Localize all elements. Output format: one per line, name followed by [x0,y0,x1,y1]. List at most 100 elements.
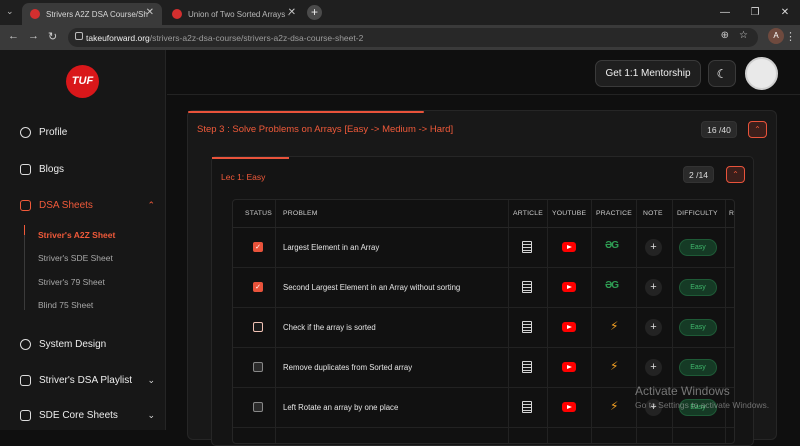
difficulty-badge: Easy [679,359,717,376]
browser-tab-strip: ⌄ Strivers A2Z DSA Course/Sheet ✕ Union … [0,0,800,25]
gfg-practice-icon[interactable]: ƏG [605,280,619,291]
theme-toggle-button[interactable]: ☾ [708,60,736,87]
youtube-icon[interactable] [562,322,576,332]
site-info-icon[interactable] [75,32,83,40]
sidebar-subitem-sde-sheet[interactable]: Striver's SDE Sheet [38,253,113,263]
add-note-button[interactable]: + [645,359,662,376]
sidebar-item-system-design[interactable]: System Design [20,339,155,350]
tab-title: Union of Two Sorted Arrays - T [188,9,290,19]
sidebar-item-dsa-sheets[interactable]: DSA Sheets ⌃ [20,200,155,211]
document-icon [20,164,31,175]
status-checkbox[interactable] [253,362,263,372]
browser-profile-avatar[interactable]: A [768,28,784,44]
step-title[interactable]: Step 3 : Solve Problems on Arrays [Easy … [197,124,453,135]
lecture-progress-bar [212,157,289,159]
step-count-badge: 16 /40 [701,121,737,138]
submenu-rail [24,225,25,310]
youtube-icon[interactable] [562,402,576,412]
gear-icon [20,339,31,350]
tuf-logo[interactable]: TUF [66,65,99,98]
lecture-title[interactable]: Lec 1: Easy [221,172,265,182]
tab-search-icon[interactable]: ⌄ [6,6,14,17]
youtube-icon[interactable] [562,242,576,252]
status-checkbox[interactable]: ✓ [253,282,263,292]
close-icon[interactable]: ✕ [288,7,296,18]
menu-dots-icon[interactable]: ⋮ [785,30,796,43]
sidebar-subitem-blind-75[interactable]: Blind 75 Sheet [38,300,93,310]
sidebar-item-dsa-playlist[interactable]: Striver's DSA Playlist ⌄ [20,375,155,386]
url-path: /strivers-a2z-dsa-course/strivers-a2z-ds… [149,32,364,43]
bookmark-star-icon[interactable]: ☆ [739,30,748,41]
sidebar-item-label: DSA Sheets [39,200,93,211]
column-header-status: STATUS [245,210,273,217]
maximize-button[interactable]: ❐ [740,0,770,25]
new-tab-button[interactable]: + [307,5,322,20]
article-icon[interactable] [522,401,532,413]
status-checkbox[interactable] [253,322,263,332]
column-header-problem: PROBLEM [283,210,318,217]
add-note-button[interactable]: + [645,319,662,336]
status-checkbox[interactable] [253,402,263,412]
chevron-up-icon: ⌃ [732,170,739,179]
sidebar-item-sde-core[interactable]: SDE Core Sheets ⌄ [20,410,155,421]
article-icon[interactable] [522,281,532,293]
site-favicon-icon [172,9,182,19]
zoom-icon[interactable]: ⊕ [721,30,729,41]
clipboard-icon [20,200,31,211]
problem-name[interactable]: Check if the array is sorted [283,323,376,332]
column-header-difficulty: DIFFICULTY [677,210,718,217]
column-header-revision: R [729,210,735,217]
reload-icon[interactable]: ↻ [48,30,57,43]
problem-name[interactable]: Largest Element in an Array [283,243,379,252]
codestudio-practice-icon[interactable]: ⚡ [610,399,618,413]
add-note-button[interactable]: + [645,279,662,296]
activate-windows-subtitle: Go to Settings to activate Windows. [635,400,770,410]
header-divider [167,94,800,95]
sidebar-item-profile[interactable]: Profile [20,127,155,138]
gfg-practice-icon[interactable]: ƏG [605,240,619,251]
address-bar[interactable]: takeuforward.org/strivers-a2z-dsa-course… [68,28,758,47]
user-avatar[interactable] [745,57,778,90]
add-note-button[interactable]: + [645,239,662,256]
close-window-button[interactable]: ✕ [770,0,800,25]
article-icon[interactable] [522,361,532,373]
youtube-icon[interactable] [562,362,576,372]
sheet-icon [20,410,31,421]
problem-name[interactable]: Left Rotate an array by one place [283,403,398,412]
forward-arrow-icon[interactable]: → [28,30,39,42]
activate-windows-title: Activate Windows [635,384,730,398]
chevron-down-icon[interactable]: ⌄ [147,410,155,421]
difficulty-badge: Easy [679,319,717,336]
sidebar-item-blogs[interactable]: Blogs [20,164,155,175]
sidebar-subitem-a2z-sheet[interactable]: Striver's A2Z Sheet [38,230,115,240]
column-header-practice: PRACTICE [596,210,632,217]
column-header-article: ARTICLE [513,210,543,217]
close-icon[interactable]: ✕ [146,7,154,18]
codestudio-practice-icon[interactable]: ⚡ [610,359,618,373]
status-checkbox[interactable]: ✓ [253,242,263,252]
article-icon[interactable] [522,321,532,333]
main-content: Get 1:1 Mentorship ☾ Step 3 : Solve Prob… [167,50,800,446]
back-arrow-icon[interactable]: ← [8,30,19,42]
problem-name[interactable]: Second Largest Element in an Array witho… [283,283,460,292]
tab-title: Strivers A2Z DSA Course/Sheet [46,9,148,19]
minimize-button[interactable]: — [710,0,740,25]
lecture-collapse-button[interactable]: ⌃ [726,166,745,183]
sidebar: TUF Profile Blogs DSA Sheets ⌃ Striver's… [0,50,166,430]
submenu-rail-active [24,225,25,235]
table-row: ✓ Largest Element in an Array ƏG + Easy [233,228,734,268]
sidebar-subitem-79-sheet[interactable]: Striver's 79 Sheet [38,277,105,287]
chevron-down-icon[interactable]: ⌄ [147,375,155,386]
problem-name[interactable]: Remove duplicates from Sorted array [283,363,412,372]
chevron-up-icon[interactable]: ⌃ [147,200,155,211]
browser-tab-active[interactable]: Strivers A2Z DSA Course/Sheet ✕ [22,3,162,25]
mentorship-button[interactable]: Get 1:1 Mentorship [595,60,701,87]
play-icon [20,375,31,386]
column-header-youtube: YOUTUBE [552,210,587,217]
site-favicon-icon [30,9,40,19]
youtube-icon[interactable] [562,282,576,292]
codestudio-practice-icon[interactable]: ⚡ [610,319,618,333]
browser-tab[interactable]: Union of Two Sorted Arrays - T ✕ [164,3,304,25]
step-collapse-button[interactable]: ⌃ [748,121,767,138]
article-icon[interactable] [522,241,532,253]
